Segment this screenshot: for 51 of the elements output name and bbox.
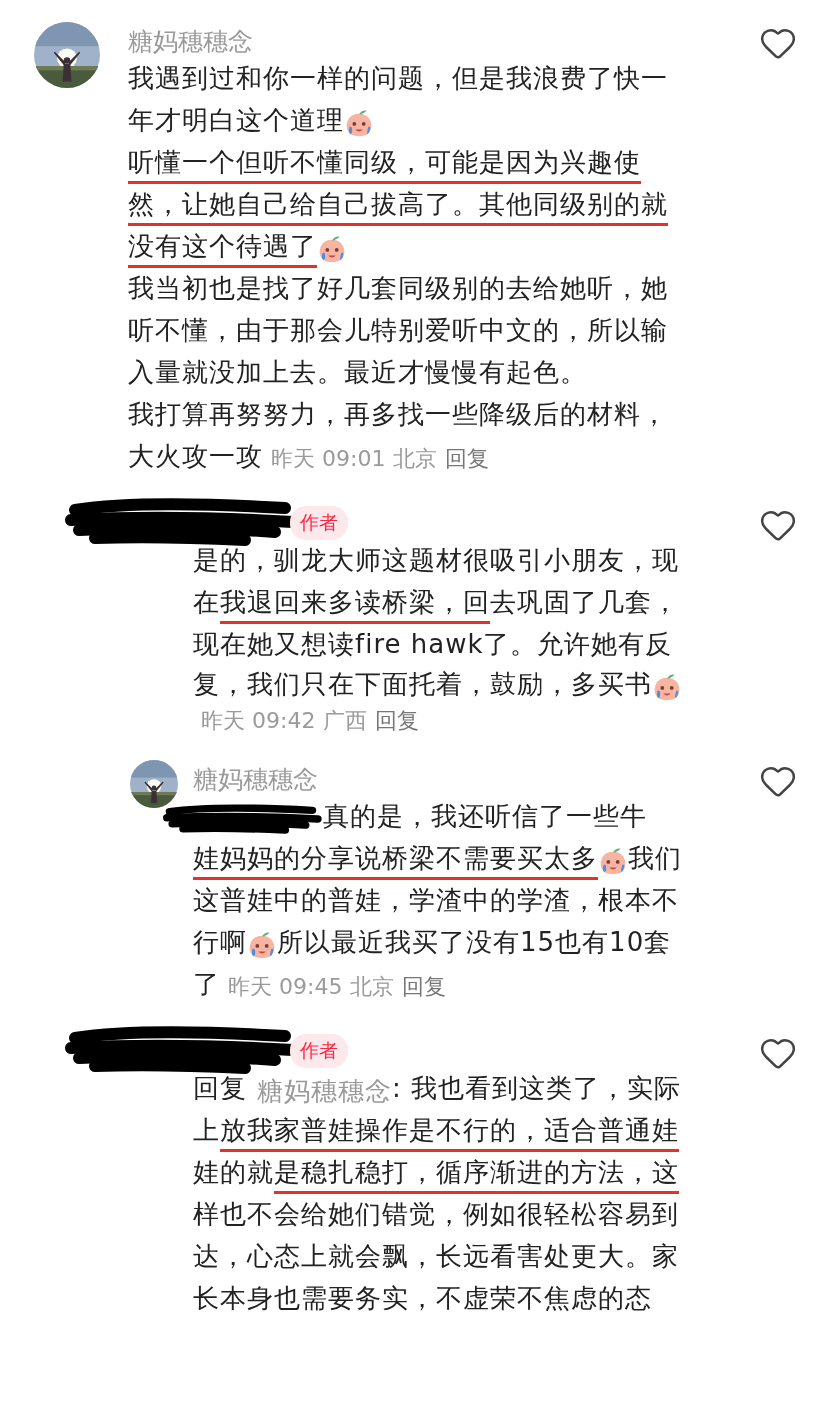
comment-text: 上 <box>193 1114 220 1147</box>
comment-text: 去巩固了几套， <box>490 586 679 619</box>
author-badge: 作者 <box>290 506 348 540</box>
peach-emoji-icon <box>598 846 628 876</box>
peach-emoji-icon <box>247 930 277 960</box>
comment-text: 我当初也是找了好几套同级别的去给她听，她 <box>128 272 668 305</box>
comment-text: 这普娃中的普娃，学渣中的学渣，根本不 <box>193 884 679 917</box>
comment-text: 行啊 <box>193 926 247 959</box>
user-name[interactable]: 糖妈穗穗念 <box>128 24 253 58</box>
comment-text: 复，我们只在下面托着，鼓励，多买书 <box>193 668 652 701</box>
comment-text: 在 <box>193 586 220 619</box>
comment-text: 达，心态上就会飘，长远看害处更大。家 <box>193 1240 679 1273</box>
comment-location: 北京 <box>393 445 438 473</box>
comment-text: 我们 <box>628 842 682 875</box>
comment-time: 昨天 09:45 <box>228 973 343 1001</box>
reply-link[interactable]: 回复 <box>375 706 420 736</box>
comment-text: 大火攻一攻 <box>128 440 263 473</box>
comment-text: 样也不会给她们错觉，例如很轻松容易到 <box>193 1198 679 1231</box>
comment-text: 没有这个待遇了 <box>128 230 317 268</box>
reply-link[interactable]: 回复 <box>402 972 447 1002</box>
comment-time: 昨天 09:01 <box>271 445 386 473</box>
comment-text: 长本身也需要务实，不虚荣不焦虑的态 <box>193 1282 652 1315</box>
comment-location: 广西 <box>323 707 368 735</box>
comment-text: 回复 <box>193 1072 247 1105</box>
peach-emoji-icon <box>652 672 682 702</box>
comment-text: : 我也看到这类了，实际 <box>392 1072 682 1105</box>
reply-link[interactable]: 回复 <box>445 444 490 474</box>
comment-text: 入量就没加上去。最近才慢慢有起色。 <box>128 356 587 389</box>
mention-name[interactable]: 糖妈穗穗念 <box>257 1075 392 1107</box>
comment-time: 昨天 09:42 <box>201 707 316 735</box>
comment-text: 年才明白这个道理 <box>128 104 344 137</box>
user-name[interactable]: 糖妈穗穗念 <box>193 762 318 796</box>
comment-text: 真的是，我还听信了一些牛 <box>323 800 647 833</box>
comment-text: 娃妈妈的分享说桥梁不需要买太多 <box>193 842 598 880</box>
comment-text: 放我家普娃操作是不行的，适合普通娃 <box>220 1114 679 1152</box>
author-badge: 作者 <box>290 1034 348 1068</box>
comment-text: 我打算再努努力，再多找一些降级后的材料， <box>128 398 668 431</box>
comment-text: 我退回来多读桥梁，回 <box>220 586 490 624</box>
comment-text: 听懂一个但听不懂同级，可能是因为兴趣使 <box>128 146 641 184</box>
comment-text: 娃的就 <box>193 1156 274 1189</box>
comment-text: 是稳扎稳打，循序渐进的方法，这 <box>274 1156 679 1194</box>
comment-text: 是的，驯龙大师这题材很吸引小朋友，现 <box>193 544 679 577</box>
peach-emoji-icon <box>317 234 347 264</box>
comment-text: 然，让她自己给自己拔高了。其他同级别的就 <box>128 188 668 226</box>
peach-emoji-icon <box>344 108 374 138</box>
comment-text: 现在她又想读fire hawk了。允许她有反 <box>193 628 673 661</box>
comment-text: 听不懂，由于那会儿特别爱听中文的，所以输 <box>128 314 668 347</box>
comment-text: 了 <box>193 968 220 1001</box>
comment-text: 我遇到过和你一样的问题，但是我浪费了快一 <box>128 62 668 95</box>
comment-location: 北京 <box>350 973 395 1001</box>
comment-text: 所以最近我买了没有15也有10套 <box>277 926 672 959</box>
